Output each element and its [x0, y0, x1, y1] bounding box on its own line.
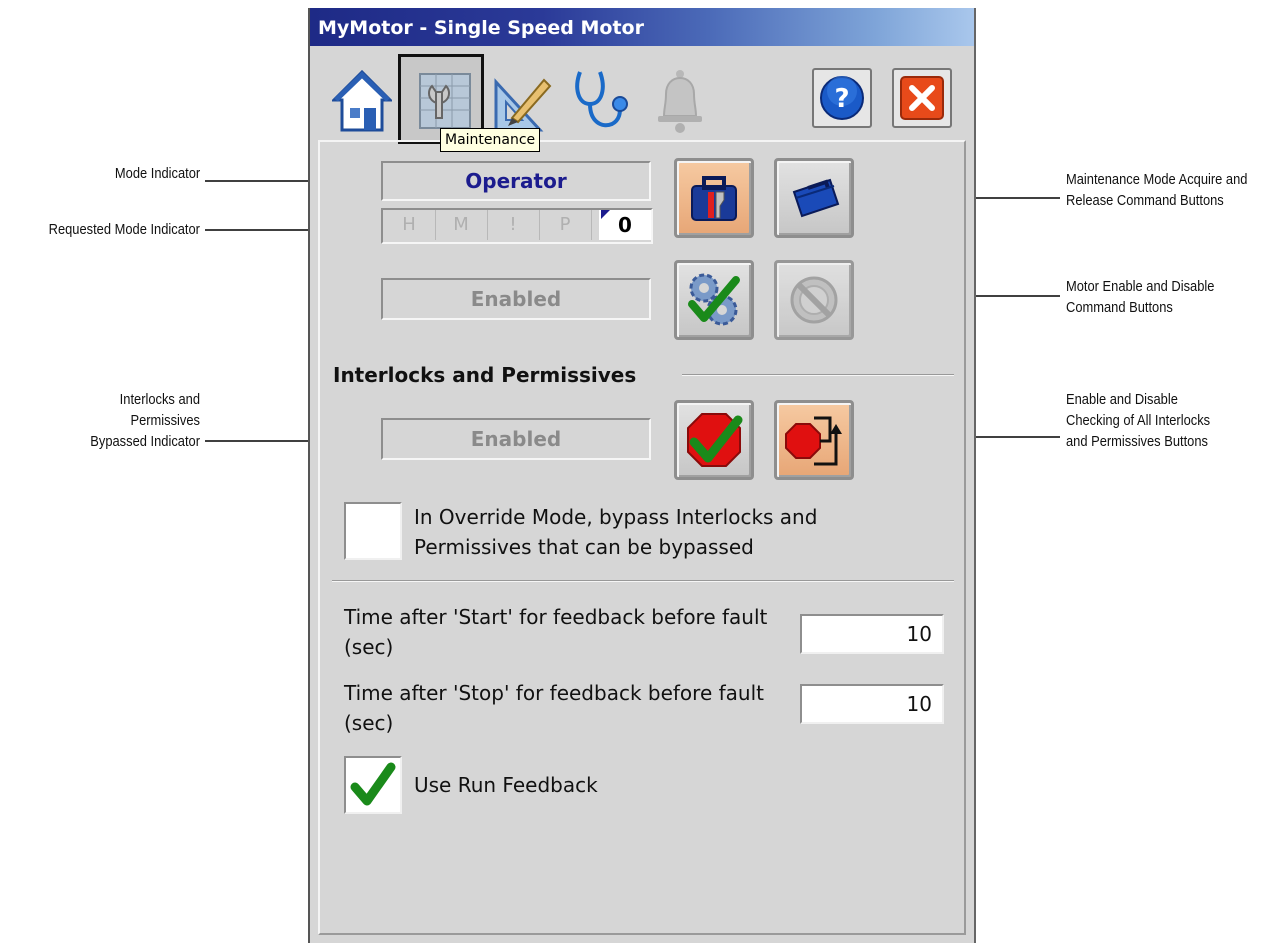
stop-check-icon: [687, 413, 743, 467]
callout-requested-mode-indicator: Requested Mode Indicator: [48, 221, 200, 238]
stop-feedback-timeout-field[interactable]: 10: [800, 684, 944, 724]
gears-check-icon: [688, 273, 740, 326]
use-run-feedback-checkbox[interactable]: [344, 756, 402, 814]
motor-enable-status: Enabled: [381, 278, 651, 320]
toolbox-release-icon: [792, 178, 840, 218]
requested-mode-cell-m: M: [435, 210, 488, 240]
callout-maint-buttons: Maintenance Mode Acquire and Release Com…: [1066, 171, 1248, 209]
override-bypass-label: In Override Mode, bypass Interlocks and …: [414, 505, 818, 559]
stop-feedback-timeout-label: Time after 'Stop' for feedback before fa…: [344, 681, 764, 735]
faceplate-window: MyMotor - Single Speed Motor ? Operator …: [308, 8, 976, 943]
callout-mode-indicator: Mode Indicator: [114, 165, 200, 182]
requested-mode-cell-bang: !: [487, 210, 540, 240]
maintenance-tooltip: Maintenance: [440, 128, 541, 152]
callout-interlock-buttons: Enable and Disable Checking of All Inter…: [1066, 391, 1211, 450]
alarm-bell-icon[interactable]: [652, 68, 708, 139]
override-bypass-checkbox[interactable]: [344, 502, 402, 560]
maintenance-icon[interactable]: [410, 66, 476, 137]
checkmark-icon: [350, 762, 396, 806]
settings-divider: [332, 580, 954, 582]
start-feedback-timeout-field[interactable]: 10: [800, 614, 944, 654]
requested-mode-cell-p: P: [539, 210, 592, 240]
motor-enable-button[interactable]: [674, 260, 754, 340]
close-icon: [900, 76, 944, 120]
requested-mode-value: 0: [599, 210, 651, 240]
title-bar: MyMotor - Single Speed Motor: [310, 8, 974, 46]
home-icon[interactable]: [330, 69, 394, 137]
maintenance-release-button[interactable]: [774, 158, 854, 238]
svg-text:?: ?: [834, 84, 849, 114]
mode-indicator: Operator: [381, 161, 651, 201]
callout-bypassed-indicator: Interlocks and Permissives Bypassed Indi…: [90, 391, 200, 450]
diagnostics-icon[interactable]: [572, 68, 632, 137]
close-button[interactable]: [892, 68, 952, 128]
interlocks-section-title: Interlocks and Permissives: [333, 363, 637, 387]
start-feedback-timeout-label: Time after 'Start' for feedback before f…: [344, 605, 768, 659]
stop-bypass-icon: [785, 416, 842, 466]
disable-gear-icon: [790, 276, 838, 324]
enable-interlock-check-button[interactable]: [674, 400, 754, 480]
requested-mode-cell-h: H: [383, 210, 436, 240]
interlocks-divider: [682, 374, 954, 376]
disable-interlock-check-button[interactable]: [774, 400, 854, 480]
requested-mode-indicator: H M ! P 0: [381, 208, 653, 244]
help-button[interactable]: ?: [812, 68, 872, 128]
help-icon: ?: [820, 76, 864, 120]
interlocks-bypassed-indicator: Enabled: [381, 418, 651, 460]
toolbox-acquire-icon: [691, 176, 737, 221]
window-title: MyMotor - Single Speed Motor: [318, 17, 644, 39]
callout-enable-buttons: Motor Enable and Disable Command Buttons: [1066, 278, 1215, 316]
maintenance-acquire-button[interactable]: [674, 158, 754, 238]
motor-disable-button[interactable]: [774, 260, 854, 340]
use-run-feedback-label: Use Run Feedback: [414, 773, 598, 797]
